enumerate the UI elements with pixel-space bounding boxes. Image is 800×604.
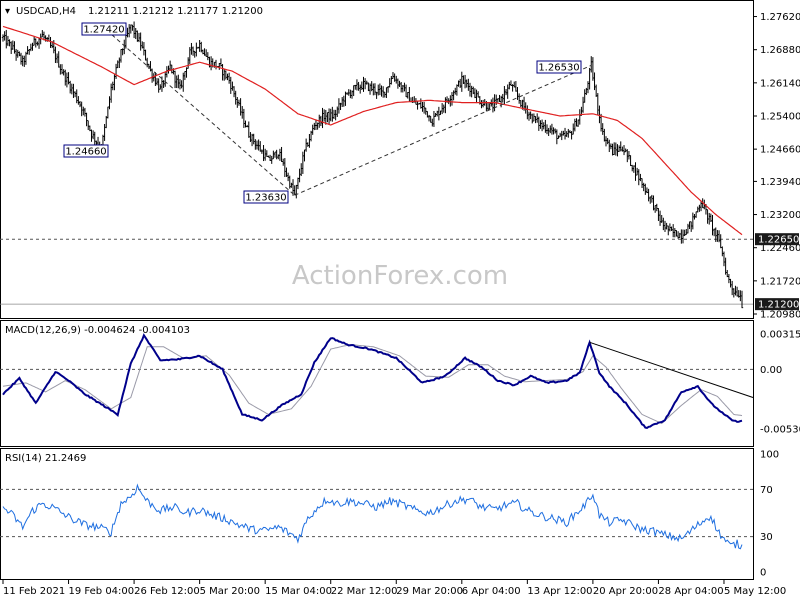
price-axis-label: 1.27620 — [760, 12, 800, 23]
moving-average-line — [2, 25, 743, 236]
macd-layer — [0, 333, 754, 429]
time-axis-label: 13 Apr 12:00 — [527, 586, 592, 597]
last-price-tag: 1.21200 — [758, 300, 799, 311]
symbol-timeframe: USDCAD,H4 — [16, 6, 76, 17]
time-axis-label: 5 Mar 20:00 — [200, 586, 260, 597]
time-axis-label: 11 Feb 2021 — [3, 586, 65, 597]
level-label-text: 1.24660 — [65, 147, 106, 158]
price-axis-label: 1.21720 — [760, 276, 800, 287]
time-axis-label: 6 Apr 04:00 — [462, 586, 521, 597]
macd-axis-label: 0.00 — [760, 365, 782, 376]
rsi-axis-label: 30 — [760, 532, 773, 543]
chart-canvas: ActionForex.com ▾ USDCAD,H4 1.21211 1.21… — [0, 0, 800, 597]
price-axis-label: 1.26140 — [760, 78, 800, 89]
time-axis-label: 22 Mar 12:00 — [331, 586, 398, 597]
time-axis-label: 5 May 12:00 — [724, 586, 786, 597]
rsi-axis-label: 100 — [760, 450, 779, 461]
time-axis-label: 19 Feb 04:00 — [69, 586, 135, 597]
chart-window: ActionForex.com ▾ USDCAD,H4 1.21211 1.21… — [0, 0, 800, 600]
price-axis-label: 1.25400 — [760, 111, 800, 122]
rsi-axis-label: 0 — [760, 568, 766, 579]
macd-label: MACD(12,26,9) -0.004624 -0.004103 — [5, 325, 190, 336]
rsi-axis-label: 70 — [760, 485, 773, 496]
rsi-panel-frame — [0, 448, 754, 580]
macd-axis-label: -0.005307 — [760, 425, 800, 436]
level-label-text: 1.26530 — [538, 63, 579, 74]
rsi-layer — [0, 483, 753, 550]
time-axis-label: 28 Apr 04:00 — [658, 586, 723, 597]
macd-trendline — [589, 341, 754, 399]
axes-layer: 1.27620 1.26880 1.26140 1.25400 1.24660 1.239… — [2, 12, 800, 597]
price-axis-label: 1.24660 — [760, 145, 800, 156]
level-axis-tag: 1.22650 — [758, 235, 799, 246]
macd-axis-label: 0.00315 — [760, 329, 800, 340]
time-axis-label: 15 Mar 04:00 — [265, 586, 332, 597]
level-label-text: 1.23630 — [245, 193, 286, 204]
price-axis-label: 1.26880 — [760, 45, 800, 56]
chart-dropdown-icon[interactable]: ▾ — [5, 6, 10, 17]
ohlc-readout: 1.21211 1.21212 1.21177 1.21200 — [88, 6, 263, 17]
time-axis-label: 20 Apr 20:00 — [593, 586, 658, 597]
watermark: ActionForex.com — [292, 261, 508, 291]
trendline-0 — [100, 25, 295, 196]
time-axis-label: 29 Mar 20:00 — [396, 586, 463, 597]
level-label-text: 1.27420 — [83, 25, 124, 36]
macd-panel-frame — [0, 320, 754, 447]
time-axis-label: 26 Feb 12:00 — [134, 586, 200, 597]
price-axis-label: 1.23940 — [760, 177, 800, 188]
price-axis-label: 1.20980 — [760, 310, 800, 321]
price-axis-label: 1.23200 — [760, 210, 800, 221]
rsi-label: RSI(14) 21.2469 — [5, 453, 86, 464]
macd-line — [2, 333, 743, 429]
rsi-line — [2, 483, 743, 550]
